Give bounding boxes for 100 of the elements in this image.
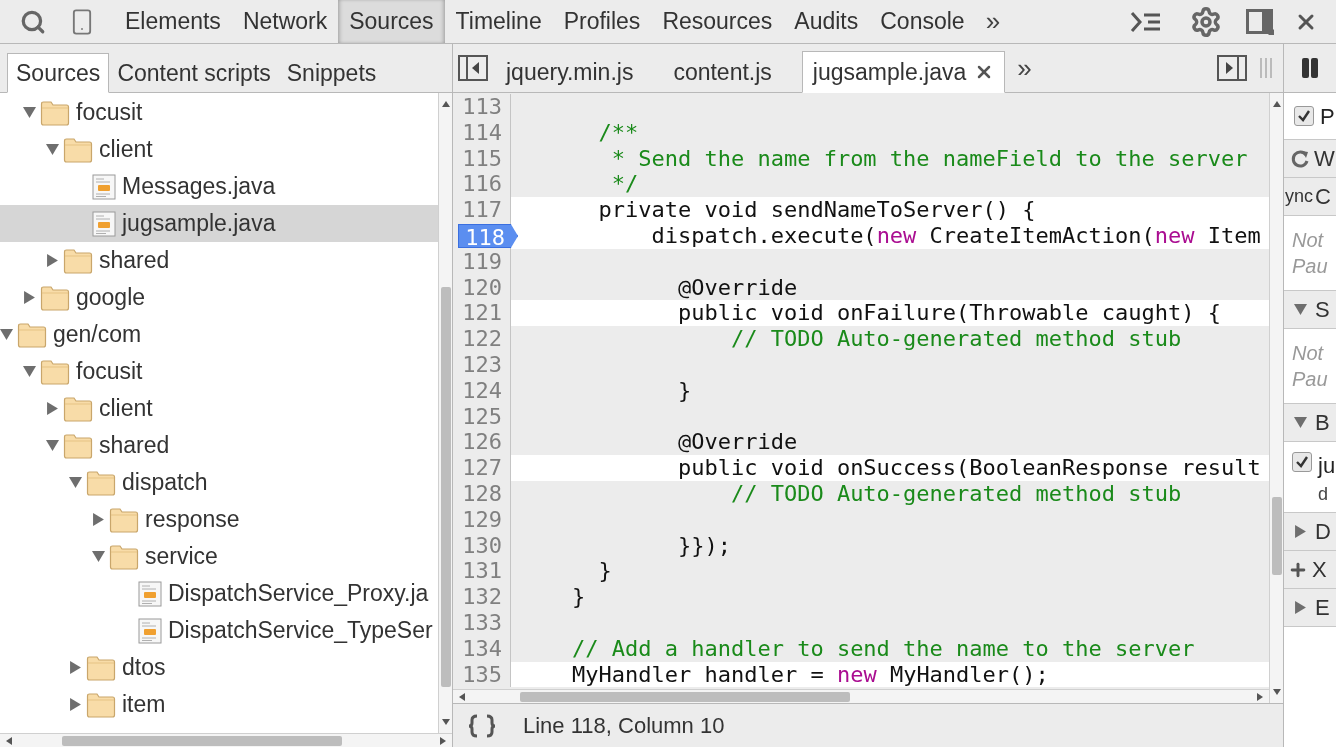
breakpoint-file[interactable]: ju — [1318, 452, 1336, 480]
folder-icon — [109, 543, 139, 570]
expanded-arrow-icon[interactable] — [1294, 303, 1307, 316]
collapsed-arrow-icon[interactable] — [1294, 601, 1307, 614]
tree-item[interactable]: dtos — [0, 649, 438, 686]
panel-tab[interactable]: Timeline — [444, 0, 553, 43]
status-message: Not — [1292, 228, 1325, 253]
expanded-arrow-icon[interactable] — [46, 143, 59, 156]
section-header[interactable]: B — [1284, 404, 1336, 442]
tree-item[interactable]: Messages.java — [0, 168, 438, 205]
search-icon[interactable] — [20, 8, 46, 35]
folder-icon — [40, 358, 70, 385]
expanded-arrow-icon[interactable] — [69, 476, 82, 489]
vertical-scrollbar[interactable] — [438, 93, 452, 733]
horizontal-scrollbar[interactable] — [453, 689, 1269, 703]
section-header[interactable]: E — [1284, 589, 1336, 627]
folder-icon — [86, 469, 116, 496]
expanded-arrow-icon[interactable] — [23, 106, 36, 119]
panel-tab[interactable]: Resources — [651, 0, 784, 43]
code-line: * Send the name from the nameField to the server — [610, 145, 1248, 171]
panel-tab[interactable]: Sources — [338, 0, 445, 43]
collapsed-arrow-icon[interactable] — [69, 661, 82, 674]
expanded-arrow-icon[interactable] — [46, 439, 59, 452]
collapsed-arrow-icon[interactable] — [46, 254, 59, 267]
tree-item[interactable]: item — [0, 686, 438, 723]
navigator-tab[interactable]: Sources — [7, 53, 110, 93]
tree-item[interactable]: gen/com — [0, 316, 438, 353]
checkbox[interactable] — [1292, 452, 1312, 472]
expanded-arrow-icon[interactable] — [0, 328, 13, 341]
panel-tab[interactable]: Elements — [114, 0, 232, 43]
file-tab[interactable]: jquery.min.js — [496, 51, 644, 93]
tree-item[interactable]: shared — [0, 242, 438, 279]
vertical-scrollbar[interactable] — [1269, 93, 1283, 703]
expanded-arrow-icon[interactable] — [92, 550, 105, 563]
panel-tab[interactable]: Profiles — [552, 0, 652, 43]
navigator-tab[interactable]: Snippets — [278, 53, 385, 93]
section-title[interactable]: C — [1315, 180, 1331, 213]
show-debugger-icon[interactable] — [1217, 55, 1247, 81]
tree-item[interactable]: service — [0, 538, 438, 575]
tree-item[interactable]: client — [0, 390, 438, 427]
tree-item[interactable]: jugsample.java — [0, 205, 438, 242]
show-navigator-icon[interactable] — [458, 55, 488, 81]
collapsed-arrow-icon[interactable] — [69, 698, 82, 711]
script-file-icon — [92, 210, 116, 237]
panel-tab[interactable]: Console — [869, 0, 976, 43]
code-line: dispatch.execute(new CreateItemAction(new Item — [650, 223, 1261, 248]
more-tabs-button[interactable]: » — [1017, 48, 1032, 88]
more-tabs-button[interactable]: » — [975, 2, 1011, 41]
scroll-down-icon[interactable] — [441, 719, 450, 725]
scroll-right-icon[interactable] — [1257, 692, 1263, 701]
collapsed-arrow-icon[interactable] — [23, 291, 36, 304]
breakpoint-code: d — [1318, 483, 1329, 506]
scroll-up-icon[interactable] — [441, 101, 450, 107]
tree-item[interactable]: client — [0, 131, 438, 168]
tree-item[interactable]: dispatch — [0, 464, 438, 501]
panel-tab[interactable]: Network — [231, 0, 339, 43]
file-tab[interactable]: jugsample.java — [801, 51, 1006, 93]
tree-item[interactable]: DispatchService_TypeSer — [0, 612, 438, 649]
tree-item[interactable]: focusit — [0, 353, 438, 390]
async-label[interactable]: ync — [1285, 183, 1313, 210]
tree-item[interactable]: google — [0, 279, 438, 316]
code-line: public void onFailure(Throwable caught) { — [676, 300, 1221, 326]
panel-tab[interactable]: Audits — [783, 0, 870, 43]
scroll-right-icon[interactable] — [440, 736, 446, 745]
scroll-thumb[interactable] — [520, 691, 850, 702]
section-header[interactable]: D — [1284, 513, 1336, 551]
horizontal-scrollbar[interactable] — [0, 733, 452, 747]
folder-icon — [17, 321, 47, 348]
navigator-tab[interactable]: Content scripts — [109, 53, 279, 93]
scroll-thumb[interactable] — [62, 735, 342, 746]
option-label: P — [1320, 102, 1335, 131]
scroll-thumb[interactable] — [440, 287, 451, 687]
resize-grip-icon[interactable] — [1259, 56, 1273, 80]
console-drawer-icon[interactable] — [1130, 10, 1162, 33]
folder-icon — [63, 395, 93, 422]
collapsed-arrow-icon[interactable] — [92, 513, 105, 526]
scroll-up-icon[interactable] — [1272, 101, 1281, 107]
scroll-down-icon[interactable] — [1272, 689, 1281, 695]
status-message: Pau — [1292, 367, 1329, 392]
section-header[interactable]: S — [1284, 291, 1336, 329]
scroll-left-icon[interactable] — [459, 692, 465, 701]
file-tab[interactable]: content.js — [663, 51, 782, 93]
expanded-arrow-icon[interactable] — [23, 365, 36, 378]
tree-item[interactable]: focusit — [0, 94, 438, 131]
collapsed-arrow-icon[interactable] — [46, 402, 59, 415]
settings-icon[interactable] — [1190, 5, 1222, 38]
expanded-arrow-icon[interactable] — [1294, 416, 1307, 429]
code-line: } — [597, 558, 612, 584]
code-line: /** — [597, 119, 639, 145]
scroll-thumb[interactable] — [1271, 497, 1282, 575]
scroll-left-icon[interactable] — [6, 736, 12, 745]
checkbox[interactable] — [1294, 106, 1314, 126]
tree-item[interactable]: DispatchService_Proxy.ja — [0, 575, 438, 612]
collapsed-arrow-icon[interactable] — [1294, 525, 1307, 538]
tree-item[interactable]: shared — [0, 427, 438, 464]
tree-item[interactable]: response — [0, 501, 438, 538]
refresh-icon[interactable] — [1290, 148, 1310, 169]
code-line: @Override — [676, 429, 798, 455]
pretty-print-icon[interactable] — [467, 713, 497, 738]
dock-icon[interactable] — [1246, 8, 1274, 35]
